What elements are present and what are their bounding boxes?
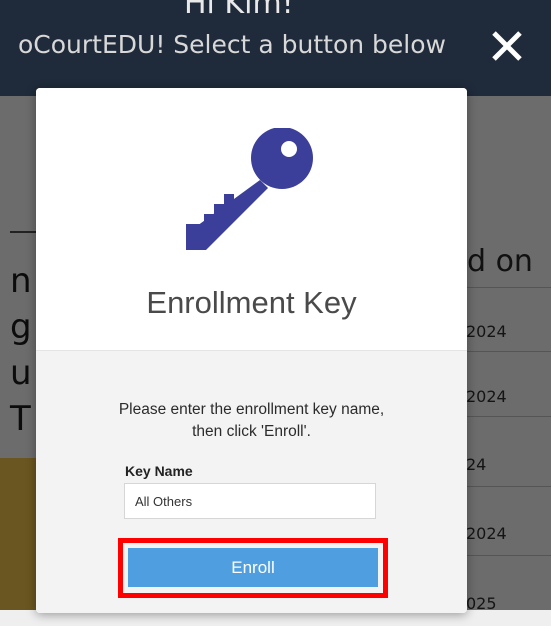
dialog-title: Enrollment Key <box>146 285 357 320</box>
page-header: Hi Kim! oCourtEDU! Select a button below <box>0 0 551 96</box>
background-text: n <box>10 261 32 301</box>
greeting-text: Hi Kim! <box>184 0 294 21</box>
instructions-line: Please enter the enrollment key name, <box>118 401 385 418</box>
instructions-text: Please enter the enrollment key name, th… <box>76 399 427 443</box>
divider <box>467 555 551 556</box>
enroll-button[interactable]: Enroll <box>128 548 378 587</box>
dialog-body: Please enter the enrollment key name, th… <box>36 350 467 613</box>
divider <box>467 486 551 487</box>
background-card <box>0 458 36 626</box>
table-cell: 2024 <box>466 387 507 406</box>
background-text: g <box>10 307 32 347</box>
welcome-text: oCourtEDU! Select a button below <box>18 30 446 59</box>
close-icon[interactable] <box>489 28 525 64</box>
key-name-label: Key Name <box>125 463 193 479</box>
background-text: T <box>10 399 31 439</box>
dialog-header: Enrollment Key <box>36 88 467 350</box>
table-header: d on <box>467 244 533 279</box>
background-text: u <box>10 353 32 393</box>
key-name-input[interactable] <box>124 483 376 519</box>
table-cell: 24 <box>466 455 487 474</box>
instructions-line: then click 'Enroll'. <box>192 423 311 440</box>
divider <box>467 287 551 288</box>
table-cell: 2024 <box>466 322 507 341</box>
enrollment-key-dialog: Enrollment Key Please enter the enrollme… <box>36 88 467 613</box>
table-cell: 2024 <box>466 524 507 543</box>
key-icon <box>186 128 313 250</box>
divider <box>467 416 551 417</box>
divider <box>467 351 551 352</box>
